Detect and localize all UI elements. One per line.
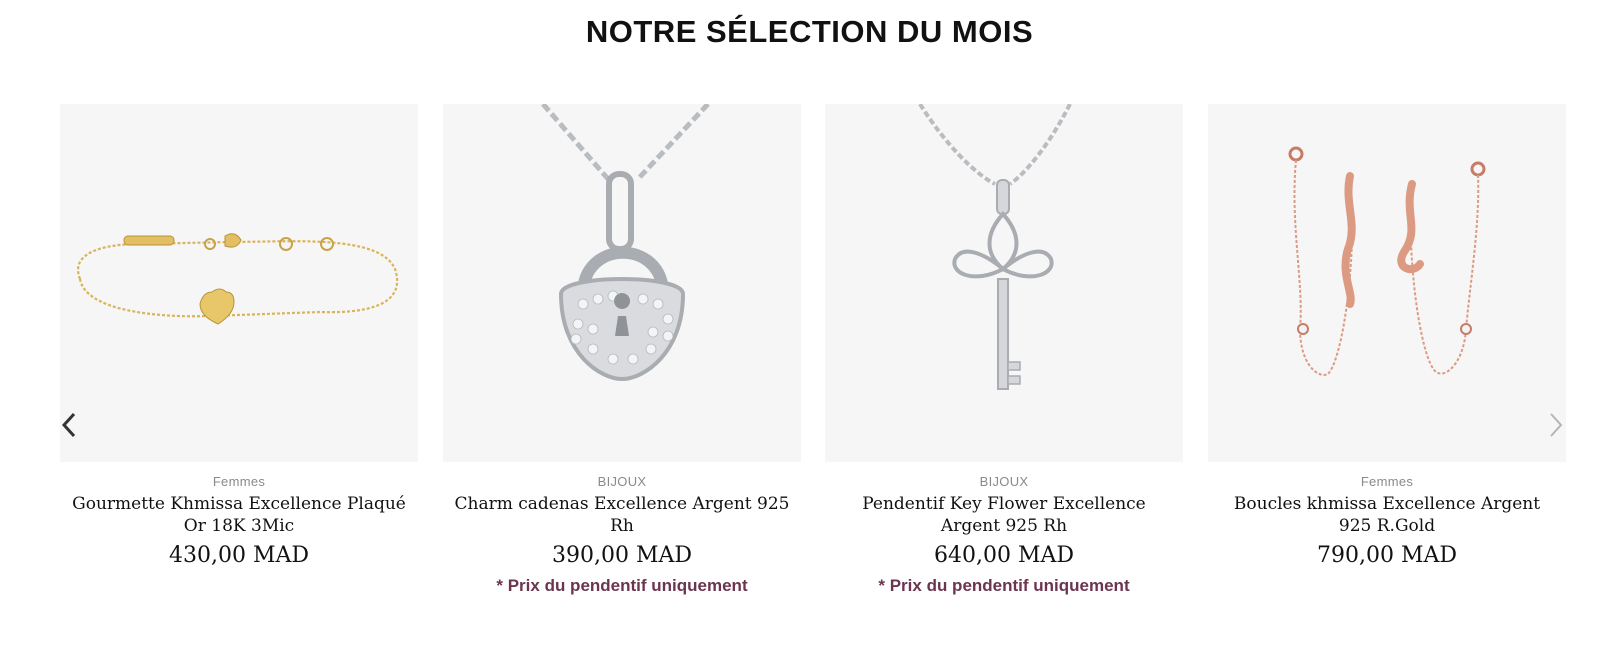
carousel-next-button[interactable] bbox=[1542, 405, 1570, 445]
product-card[interactable]: BIJOUX Pendentif Key Flower Excellence A… bbox=[825, 104, 1183, 596]
price-note: * Prix du pendentif uniquement bbox=[496, 576, 748, 595]
product-card[interactable]: BIJOUX Charm cadenas Excellence Argent 9… bbox=[443, 104, 801, 596]
product-price: 430,00 MAD bbox=[168, 543, 310, 568]
product-image-bracelet[interactable] bbox=[60, 104, 418, 462]
product-image-earrings[interactable] bbox=[1208, 104, 1566, 462]
product-price: 640,00 MAD bbox=[933, 543, 1075, 568]
product-card[interactable]: Femmes Boucles khmissa Excellence Argent… bbox=[1208, 104, 1566, 568]
product-category: Femmes bbox=[1360, 474, 1414, 489]
chevron-left-icon bbox=[61, 412, 76, 438]
product-image-padlock[interactable] bbox=[443, 104, 801, 462]
price-note: * Prix du pendentif uniquement bbox=[878, 576, 1130, 595]
product-title[interactable]: Charm cadenas Excellence Argent 925 Rh bbox=[452, 493, 792, 537]
product-category: Femmes bbox=[212, 474, 266, 489]
product-price: 790,00 MAD bbox=[1316, 543, 1458, 568]
product-title[interactable]: Pendentif Key Flower Excellence Argent 9… bbox=[834, 493, 1174, 537]
product-card[interactable]: Femmes Gourmette Khmissa Excellence Plaq… bbox=[60, 104, 418, 568]
chevron-right-icon bbox=[1550, 413, 1563, 437]
carousel-prev-button[interactable] bbox=[55, 405, 83, 445]
product-title[interactable]: Boucles khmissa Excellence Argent 925 R.… bbox=[1217, 493, 1557, 537]
product-category: BIJOUX bbox=[597, 474, 647, 489]
product-title[interactable]: Gourmette Khmissa Excellence Plaqué Or 1… bbox=[69, 493, 409, 537]
product-image-key[interactable] bbox=[825, 104, 1183, 462]
product-price: 390,00 MAD bbox=[551, 543, 693, 568]
product-carousel: Femmes Gourmette Khmissa Excellence Plaq… bbox=[60, 104, 1566, 624]
section-title: NOTRE SÉLECTION DU MOIS bbox=[585, 14, 1034, 49]
product-category: BIJOUX bbox=[979, 474, 1029, 489]
